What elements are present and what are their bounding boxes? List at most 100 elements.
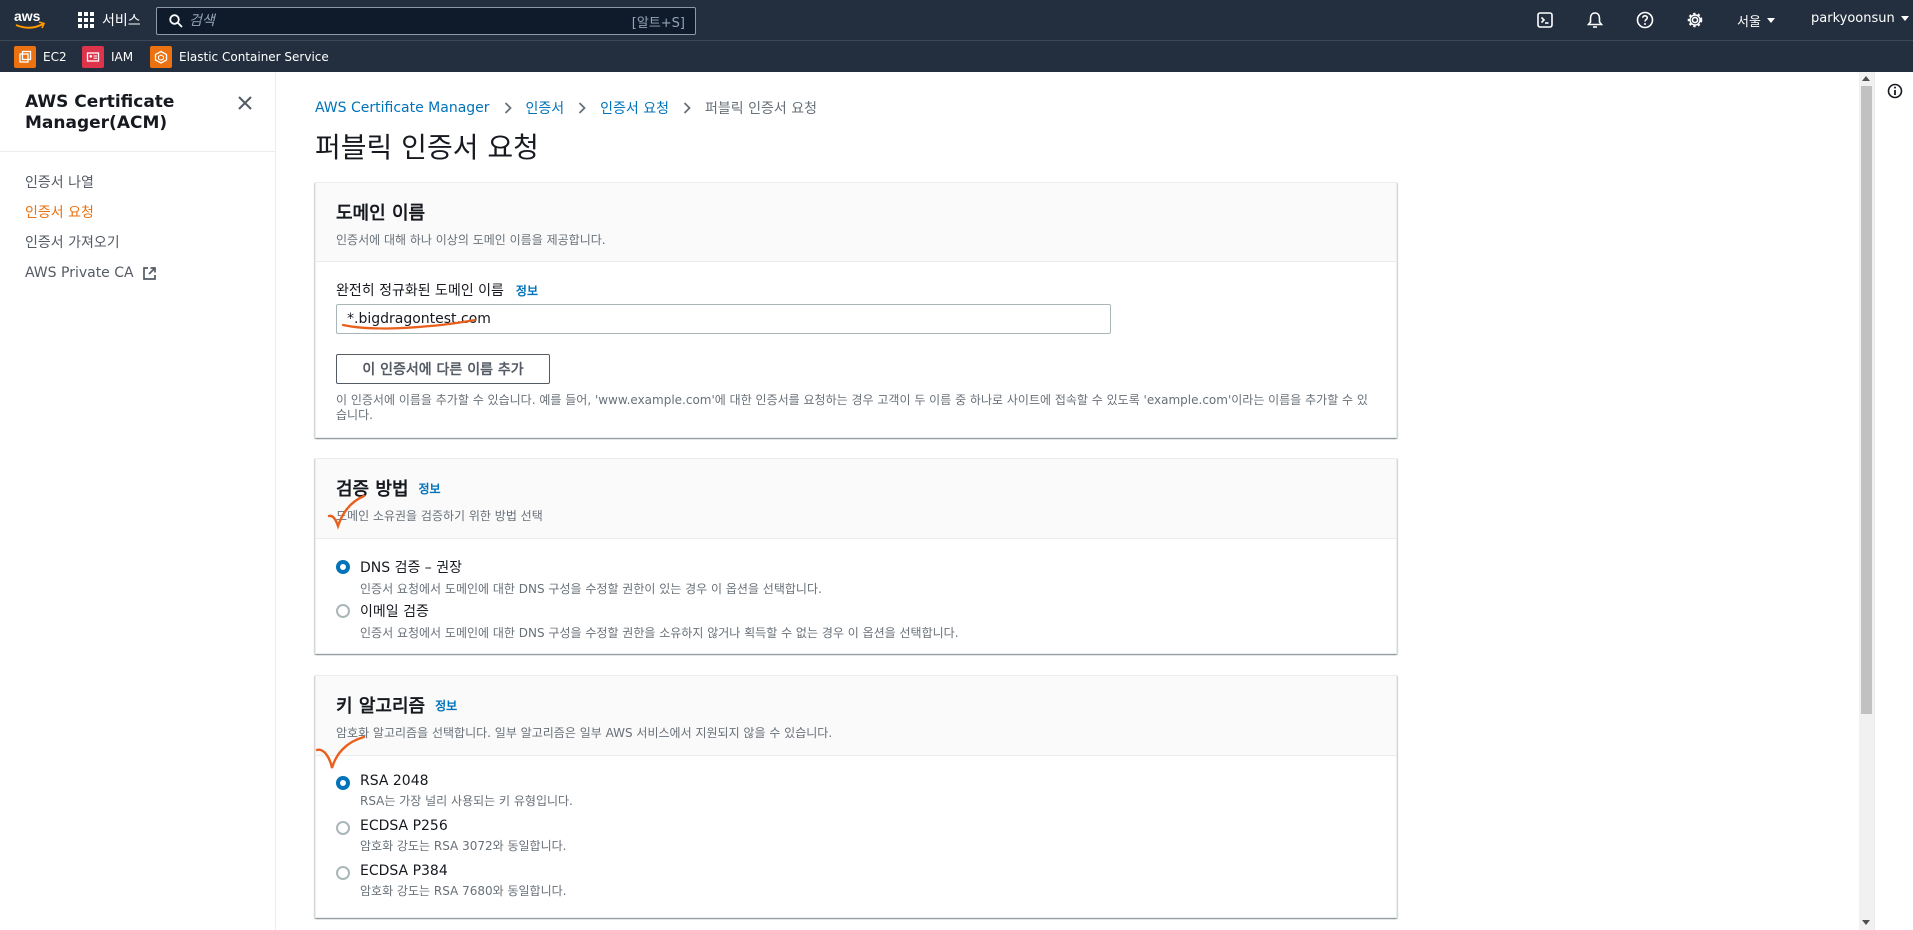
notifications-bell-icon[interactable] [1585,10,1605,30]
breadcrumb: AWS Certificate Manager 인증서 인증서 요청 퍼블릭 인… [315,98,817,118]
main-content: AWS Certificate Manager 인증서 인증서 요청 퍼블릭 인… [276,72,1860,930]
sidenav-divider [0,151,275,152]
add-name-help-text: 이 인증서에 이름을 추가할 수 있습니다. 예를 들어, 'www.examp… [336,393,1368,422]
radio-option-ecdsa-p384[interactable]: ECDSA P384 암호화 강도는 RSA 7680와 동일합니다. [336,863,566,899]
add-another-name-button[interactable]: 이 인증서에 다른 이름 추가 [336,354,550,384]
radio-description: 암호화 강도는 RSA 3072와 동일합니다. [360,839,567,853]
validation-section-description: 도메인 소유권을 검증하기 위한 방법 선택 [336,509,543,523]
breadcrumb-request-certificate[interactable]: 인증서 요청 [600,98,669,118]
chevron-right-icon [490,102,526,114]
search-icon [169,14,183,28]
cloudshell-icon[interactable] [1535,10,1555,30]
close-icon[interactable] [236,94,254,112]
fqdn-label-text: 완전히 정규화된 도메인 이름 [336,283,504,299]
external-link-icon [142,266,156,280]
sidebar-item-request-certificate[interactable]: 인증서 요청 [25,198,157,228]
caret-down-icon [1766,18,1775,23]
key-section-title: 키 알고리즘 [336,696,426,717]
favorite-ec2[interactable]: EC2 [14,46,67,68]
favorite-label: Elastic Container Service [179,50,329,64]
key-section-description: 암호화 알고리즘을 선택합니다. 일부 알고리즘은 일부 AWS 서비스에서 지… [336,726,833,740]
services-label: 서비스 [102,13,141,29]
domain-section-description: 인증서에 대해 하나 이상의 도메인 이름을 제공합니다. [336,233,606,247]
sidebar-item-label: 인증서 요청 [25,205,94,221]
page-scrollbar[interactable] [1859,72,1874,930]
sidebar-item-list-certificates[interactable]: 인증서 나열 [25,168,157,198]
container-header: 도메인 이름 인증서에 대해 하나 이상의 도메인 이름을 제공합니다. [316,183,1396,262]
domain-name-input[interactable] [336,304,1111,334]
ec2-service-icon [14,46,36,68]
radio-button-ecdsa-p256[interactable] [336,821,350,835]
region-selector[interactable]: 서울 [1737,11,1775,30]
favorite-label: IAM [111,50,134,64]
sidenav-title[interactable]: AWS Certificate Manager(ACM) [25,92,225,134]
radio-description: RSA는 가장 널리 사용되는 키 유형입니다. [360,794,573,808]
fqdn-field-label: 완전히 정규화된 도메인 이름 정보 [336,280,538,300]
radio-option-ecdsa-p256[interactable]: ECDSA P256 암호화 강도는 RSA 3072와 동일합니다. [336,818,566,854]
region-label: 서울 [1737,15,1761,30]
radio-label: ECDSA P384 [360,863,448,879]
favorites-bar: EC2 IAM Elastic Container Service [0,40,1913,72]
radio-description: 인증서 요청에서 도메인에 대한 DNS 구성을 수정할 권한을 소유하지 않거… [360,626,959,640]
radio-button-ecdsa-p384[interactable] [336,866,350,880]
radio-option-email[interactable]: 이메일 검증 인증서 요청에서 도메인에 대한 DNS 구성을 수정할 권한을 … [336,601,959,641]
scrollbar-thumb[interactable] [1861,86,1872,714]
sidebar-item-private-ca[interactable]: AWS Private CA [25,258,157,288]
radio-label: DNS 검증 – 권장 [360,560,463,576]
key-algorithm-container: 키 알고리즘 정보 암호화 알고리즘을 선택합니다. 일부 알고리즘은 일부 A… [315,675,1397,918]
iam-service-icon [82,46,104,68]
user-name: parkyoonsun [1811,11,1895,26]
section-title: 검증 방법 정보 [336,475,1376,501]
aws-logo-text: aws [14,8,41,24]
radio-button-dns[interactable] [336,560,350,574]
page-title: 퍼블릭 인증서 요청 [315,131,539,164]
scroll-down-arrow-icon[interactable] [1862,920,1870,925]
ecs-service-icon [150,46,172,68]
favorite-iam[interactable]: IAM [82,46,133,68]
chevron-right-icon [669,102,705,114]
scroll-up-arrow-icon[interactable] [1862,76,1870,81]
domain-name-container: 도메인 이름 인증서에 대해 하나 이상의 도메인 이름을 제공합니다. 완전히… [315,182,1397,438]
breadcrumb-certificates[interactable]: 인증서 [526,98,565,118]
favorite-ecs[interactable]: Elastic Container Service [150,46,329,68]
grid-menu-icon [78,12,94,28]
radio-label: ECDSA P256 [360,818,448,834]
sidebar-item-label: 인증서 가져오기 [25,235,120,251]
container-header: 키 알고리즘 정보 암호화 알고리즘을 선택합니다. 일부 알고리즘은 일부 A… [316,676,1396,756]
account-menu[interactable]: parkyoonsun [1811,11,1909,26]
tools-panel-rail [1874,72,1913,930]
help-icon[interactable] [1635,10,1655,30]
side-navigation: AWS Certificate Manager(ACM) 인증서 나열 인증서 … [0,72,276,930]
global-search[interactable]: [알트+S] [156,7,696,35]
sidenav-list: 인증서 나열 인증서 요청 인증서 가져오기 AWS Private CA [25,168,157,288]
container-header: 검증 방법 정보 도메인 소유권을 검증하기 위한 방법 선택 [316,459,1396,539]
info-link[interactable]: 정보 [435,697,457,714]
radio-option-rsa-2048[interactable]: RSA 2048 RSA는 가장 널리 사용되는 키 유형입니다. [336,773,573,809]
radio-button-rsa-2048[interactable] [336,776,350,790]
info-link[interactable]: 정보 [516,282,538,299]
services-menu-button[interactable]: 서비스 [78,9,141,31]
breadcrumb-current: 퍼블릭 인증서 요청 [705,101,817,117]
chevron-right-icon [564,102,600,114]
search-input[interactable] [183,13,632,29]
search-shortcut-hint: [알트+S] [631,15,685,31]
validation-method-container: 검증 방법 정보 도메인 소유권을 검증하기 위한 방법 선택 DNS 검증 –… [315,458,1397,654]
top-navigation: aws 서비스 [알트+S] 서울 [0,0,1913,40]
settings-gear-icon[interactable] [1685,10,1705,30]
breadcrumb-acm[interactable]: AWS Certificate Manager [315,100,490,116]
validation-section-title: 검증 방법 [336,479,409,500]
info-link[interactable]: 정보 [419,480,441,497]
sidebar-item-label: AWS Private CA [25,265,134,281]
favorite-label: EC2 [43,50,67,64]
radio-option-dns[interactable]: DNS 검증 – 권장 인증서 요청에서 도메인에 대한 DNS 구성을 수정할… [336,557,822,597]
radio-description: 암호화 강도는 RSA 7680와 동일합니다. [360,884,567,898]
radio-label: RSA 2048 [360,773,429,789]
section-title: 키 알고리즘 정보 [336,692,1376,718]
info-circle-icon[interactable] [1887,83,1903,99]
radio-label: 이메일 검증 [360,604,429,620]
sidebar-item-label: 인증서 나열 [25,175,94,191]
domain-section-title: 도메인 이름 [336,203,426,224]
sidebar-item-import-certificate[interactable]: 인증서 가져오기 [25,228,157,258]
aws-logo[interactable]: aws [14,8,46,32]
radio-button-email[interactable] [336,604,350,618]
